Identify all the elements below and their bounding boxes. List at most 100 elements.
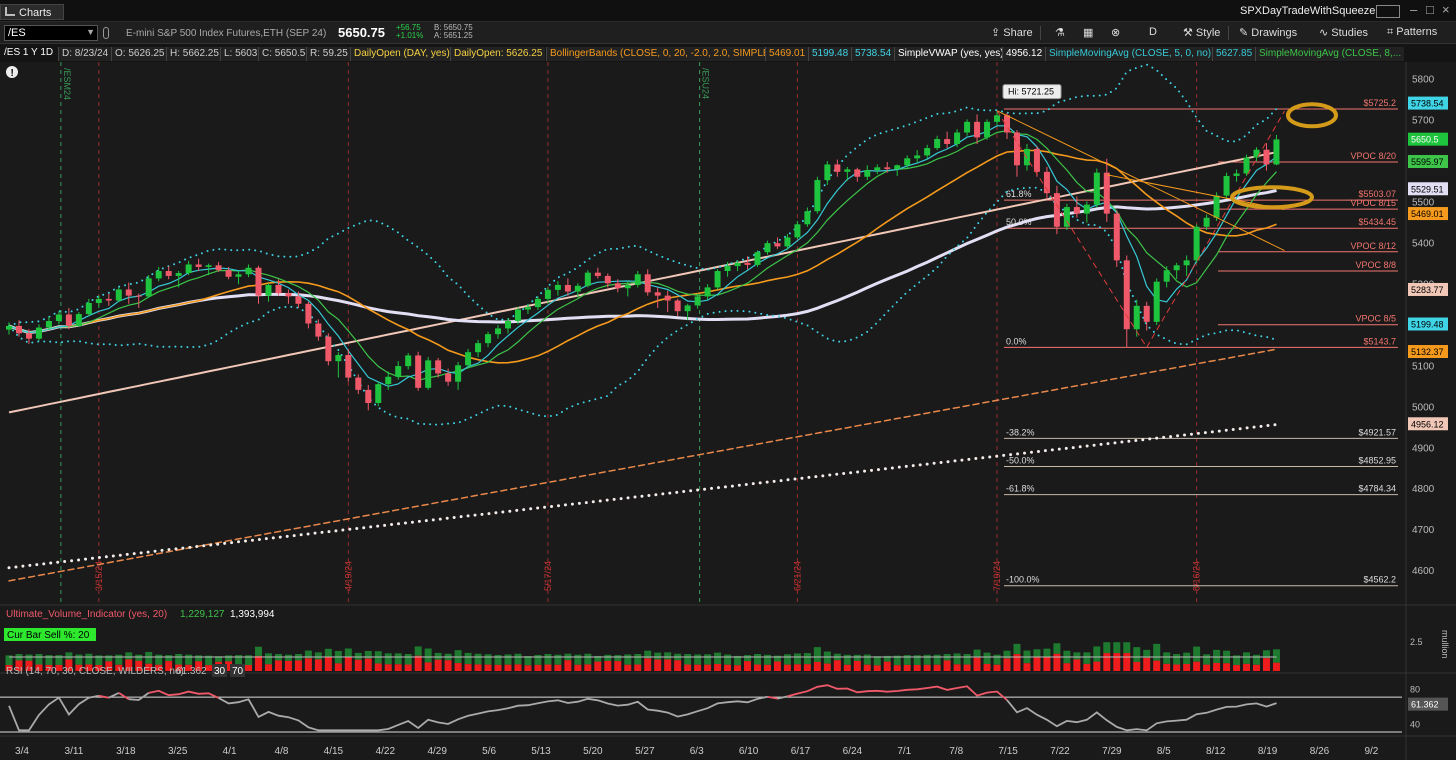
- volume-bar-buy: [65, 652, 73, 660]
- candle-body: [115, 289, 122, 301]
- candle-body: [125, 289, 132, 296]
- daily-open-study[interactable]: DailyOpen (DAY, yes): [350, 47, 453, 61]
- minimize-icon[interactable]: –: [1410, 2, 1417, 17]
- price-level-label: VPOC 8/20: [1350, 151, 1396, 161]
- volume-bar-buy: [155, 654, 163, 665]
- candle-body: [594, 272, 601, 276]
- volume-bar-buy: [35, 653, 43, 665]
- account-selector[interactable]: [1376, 5, 1400, 18]
- candle-body: [445, 373, 452, 382]
- volume-bar-sell: [294, 660, 302, 671]
- candle-body: [834, 164, 841, 172]
- candle-body: [25, 333, 32, 339]
- vwap-study[interactable]: SimpleVWAP (yes, yes): [894, 47, 1007, 61]
- volume-bar-sell: [1193, 661, 1201, 671]
- y-tick-label: 5100: [1412, 361, 1435, 372]
- symbol-input[interactable]: /ES ▼: [4, 25, 98, 41]
- chevron-down-icon[interactable]: ▼: [86, 27, 95, 37]
- style-button[interactable]: ⚒ Style: [1180, 25, 1223, 41]
- volume-bar-sell: [773, 661, 781, 671]
- volume-bar-buy: [714, 652, 722, 665]
- volume-bar-buy: [384, 653, 392, 665]
- volume-bar-sell: [264, 664, 272, 671]
- volume-bar-sell: [314, 659, 322, 671]
- sma8-study[interactable]: SimpleMovingAvg (CLOSE, 8,...: [1255, 47, 1405, 61]
- candle-body: [455, 365, 462, 382]
- candle-body: [1083, 204, 1090, 214]
- volume-bar-buy: [1053, 643, 1061, 654]
- volume-bar-buy: [793, 653, 801, 665]
- wrench-icon: ⚒: [1183, 27, 1196, 39]
- studies-button[interactable]: ∿ Studies: [1316, 25, 1371, 41]
- chart-area[interactable]: 3/15/24 4/19/24 5/17/24 6/21/24 7/19/24 8/16/…: [0, 62, 1456, 760]
- flask-icon[interactable]: ⚗: [1052, 25, 1068, 41]
- drawings-button[interactable]: ✎ Drawings: [1236, 25, 1300, 41]
- daily-open-value: DailyOpen: 5626.25: [450, 47, 546, 61]
- price-level-label: VPOC 8/12: [1350, 241, 1396, 251]
- candle-body: [724, 266, 731, 272]
- volume-bar-buy: [843, 654, 851, 665]
- volume-bar-buy: [514, 653, 522, 665]
- volume-bar-buy: [863, 654, 871, 665]
- maximize-icon[interactable]: □: [1426, 2, 1434, 17]
- candle-body: [874, 167, 881, 171]
- bb-up-value: 5738.54: [851, 47, 895, 61]
- charts-tab[interactable]: Charts: [0, 4, 64, 20]
- patterns-icon: ⌗: [1387, 26, 1397, 38]
- candle-body: [305, 303, 312, 324]
- price-tag-label: 5595.97: [1411, 157, 1444, 167]
- candle-body: [1263, 149, 1270, 165]
- patterns-button[interactable]: ⌗ Patterns: [1384, 25, 1440, 41]
- volume-bar-sell: [724, 664, 732, 671]
- candle-body: [485, 334, 492, 344]
- close-icon[interactable]: ×: [1442, 2, 1450, 17]
- candle-body: [1053, 193, 1060, 227]
- candle-body: [1073, 207, 1080, 214]
- volume-bar-sell: [1093, 661, 1101, 671]
- candle-body: [155, 271, 162, 279]
- volume-bar-buy: [1163, 652, 1171, 664]
- volume-bar-buy: [165, 655, 173, 662]
- link-icon[interactable]: [103, 27, 109, 39]
- volume-bar-sell: [384, 664, 392, 671]
- volume-bar-sell: [474, 664, 482, 671]
- volume-bar-buy: [464, 652, 472, 665]
- fib-label: -38.2%: [1006, 427, 1035, 437]
- volume-bar-sell: [524, 665, 532, 671]
- volume-bar-buy: [704, 654, 712, 665]
- x-tick-label: 3/4: [15, 746, 29, 757]
- link-chart-icon[interactable]: ⊗: [1108, 25, 1123, 41]
- volume-bar-sell: [544, 664, 552, 671]
- volume-bar-sell: [414, 655, 422, 671]
- candle-body: [544, 289, 551, 299]
- candle-body: [1093, 172, 1100, 205]
- volume-bar-buy: [983, 652, 991, 665]
- volume-bar-buy: [1173, 653, 1181, 665]
- volume-bar-sell: [1073, 659, 1081, 671]
- x-tick-label: 6/3: [690, 746, 704, 757]
- candle-body: [934, 139, 941, 149]
- volume-bar-sell: [1053, 653, 1061, 671]
- ask: A: 5651.25: [434, 31, 473, 40]
- aggregation-button[interactable]: D: [1146, 25, 1160, 41]
- volume-bar-sell: [843, 664, 851, 671]
- price-chart-svg[interactable]: 3/15/24 4/19/24 5/17/24 6/21/24 7/19/24 8/16/…: [0, 62, 1456, 760]
- price-level-label: $4921.57: [1358, 427, 1396, 437]
- bid-ask: B: 5650.75 A: 5651.25: [434, 24, 473, 40]
- x-tick-label: 7/22: [1050, 746, 1070, 757]
- grid-icon[interactable]: ▦: [1080, 25, 1096, 41]
- volume-bar-sell: [1262, 658, 1270, 671]
- volume-bar-buy: [823, 651, 831, 664]
- volume-bar-buy: [145, 651, 153, 664]
- share-button[interactable]: ⇪ Share: [988, 25, 1036, 41]
- candle-body: [495, 328, 502, 335]
- rsi-value: 61.362: [176, 666, 207, 677]
- volume-bar-buy: [803, 653, 811, 665]
- sma5-study[interactable]: SimpleMovingAvg (CLOSE, 5, 0, no): [1045, 47, 1215, 61]
- bollinger-study[interactable]: BollingerBands (CLOSE, 0, 20, -2.0, 2.0,…: [546, 47, 776, 61]
- volume-bar-buy: [1073, 652, 1081, 660]
- volume-bar-buy: [1113, 642, 1121, 654]
- volume-bar-sell: [833, 660, 841, 671]
- patterns-label: Patterns: [1396, 26, 1438, 38]
- price-change: +56.75 +1.01%: [396, 24, 423, 40]
